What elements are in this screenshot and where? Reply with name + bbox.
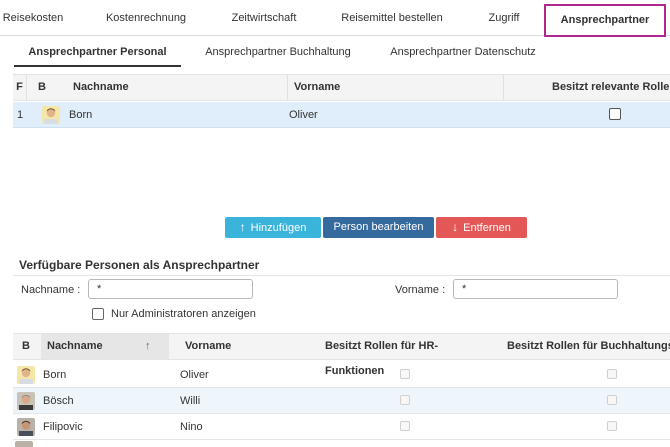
col-header-relevante-rollen[interactable]: Besitzt relevante Rollen: [504, 75, 670, 100]
col-header-nachname[interactable]: Nachname: [57, 75, 288, 100]
assigned-grid-header: F B Nachname Vorname Besitzt relevante R…: [13, 74, 670, 101]
hr-roles-checkbox: [400, 369, 410, 379]
vorname-cell: Oliver: [180, 369, 209, 381]
sort-ascending-icon: ↑: [145, 340, 151, 352]
nachname-label: Nachname :: [21, 284, 81, 296]
remove-button-label: Entfernen: [463, 222, 511, 234]
section-title: Verfügbare Personen als Ansprechpartner: [19, 258, 260, 272]
subtab-ansprechpartner-datenschutz[interactable]: Ansprechpartner Datenschutz: [386, 37, 540, 67]
tab-kostenrechnung[interactable]: Kostenrechnung: [100, 0, 192, 36]
hr-roles-checkbox: [400, 421, 410, 431]
col-header-vorname[interactable]: Vorname: [177, 334, 317, 359]
col-header-nachname[interactable]: Nachname ↑: [41, 334, 169, 359]
arrow-down-icon: ↓: [452, 220, 459, 234]
relevant-roles-checkbox[interactable]: [609, 108, 621, 120]
subtab-ansprechpartner-personal[interactable]: Ansprechpartner Personal: [14, 37, 181, 67]
nachname-filter-input[interactable]: [88, 279, 253, 299]
edit-person-button[interactable]: Person bearbeiten: [323, 217, 434, 238]
subtab-ansprechpartner-buchhaltung[interactable]: Ansprechpartner Buchhaltung: [200, 37, 356, 67]
avatar: [17, 392, 35, 410]
sub-tab-bar: Ansprechpartner Personal Ansprechpartner…: [0, 37, 670, 67]
tab-zugriff[interactable]: Zugriff: [478, 0, 530, 36]
add-button-label: Hinzufügen: [250, 222, 307, 234]
table-row[interactable]: Filipovic Nino: [13, 414, 670, 440]
nachname-cell: Bösch: [43, 395, 74, 407]
hr-roles-checkbox: [400, 395, 410, 405]
vorname-filter-input[interactable]: [453, 279, 618, 299]
nachname-cell: Born: [43, 369, 67, 381]
vorname-cell: Oliver: [289, 109, 318, 121]
table-row[interactable]: Bösch Willi: [13, 388, 670, 414]
main-tab-bar: Reisekosten Kostenrechnung Zeitwirtschaf…: [0, 0, 670, 37]
remove-button[interactable]: ↓ Entfernen: [436, 217, 527, 238]
row-number: 1: [17, 109, 24, 121]
arrow-up-icon: ↑: [239, 220, 246, 234]
buchhaltung-roles-checkbox: [607, 369, 617, 379]
tab-reisekosten[interactable]: Reisekosten: [0, 0, 66, 36]
available-grid-header: B Nachname ↑ Vorname Besitzt Rollen für …: [13, 333, 670, 377]
table-row[interactable]: 1 Born Oliver: [13, 102, 670, 128]
nachname-cell: Born: [69, 109, 93, 121]
buchhaltung-roles-checkbox: [607, 421, 617, 431]
admin-only-label: Nur Administratoren anzeigen: [111, 308, 256, 320]
avatar: [17, 366, 35, 384]
avatar: [42, 106, 60, 124]
col-header-buchhaltung-rollen[interactable]: Besitzt Rollen für Buchhaltungsf: [499, 334, 670, 359]
col-header-b[interactable]: B: [27, 75, 57, 100]
col-header-vorname[interactable]: Vorname: [288, 75, 504, 100]
avatar: [17, 418, 35, 436]
buchhaltung-roles-checkbox: [607, 395, 617, 405]
col-header-b[interactable]: B: [13, 334, 39, 359]
vorname-cell: Willi: [180, 395, 201, 407]
tab-reisemittel-bestellen[interactable]: Reisemittel bestellen: [335, 0, 449, 36]
vorname-cell: Nino: [180, 421, 203, 433]
divider: [13, 275, 670, 276]
table-row[interactable]: Born Oliver: [13, 362, 670, 388]
col-header-f[interactable]: F: [13, 75, 27, 100]
admin-only-checkbox[interactable]: [92, 308, 104, 320]
col-header-nachname-label: Nachname: [47, 340, 103, 352]
col-header-hr-rollen[interactable]: Besitzt Rollen für HR-Funktionen: [317, 334, 497, 377]
tab-zeitwirtschaft[interactable]: Zeitwirtschaft: [222, 0, 306, 36]
add-button[interactable]: ↑ Hinzufügen: [225, 217, 321, 238]
nachname-cell: Filipovic: [43, 421, 83, 433]
tab-ansprechpartner[interactable]: Ansprechpartner: [544, 4, 666, 37]
vorname-label: Vorname :: [395, 284, 446, 296]
avatar: [15, 441, 33, 447]
